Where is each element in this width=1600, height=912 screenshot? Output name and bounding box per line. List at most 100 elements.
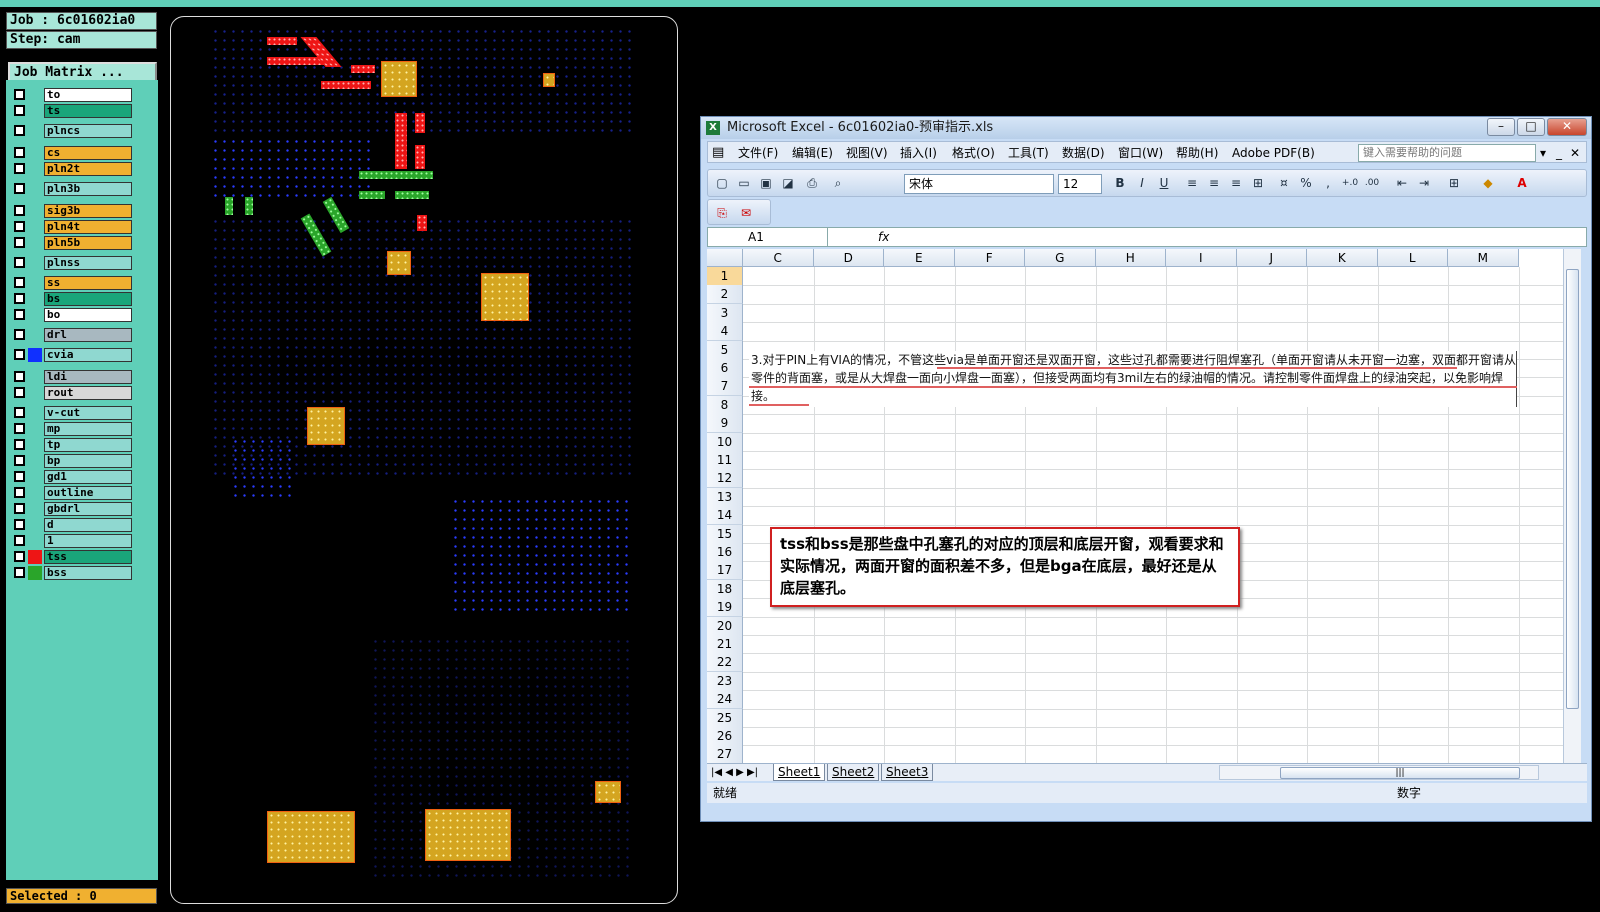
underline-button[interactable]: U	[1154, 174, 1174, 192]
layer-color-swatch[interactable]	[28, 124, 42, 138]
row-header[interactable]: 23	[707, 671, 743, 691]
row-header[interactable]: 9	[707, 414, 743, 434]
column-header[interactable]: F	[954, 249, 1025, 267]
menu-adobe-pdf[interactable]: Adobe PDF(B)	[1232, 142, 1315, 164]
increase-decimal-icon[interactable]: +.0	[1340, 174, 1360, 192]
layer-color-swatch[interactable]	[28, 486, 42, 500]
select-all-corner[interactable]	[707, 249, 743, 267]
layer-name[interactable]: bp	[44, 454, 132, 468]
layer-checkbox[interactable]	[14, 293, 25, 304]
layer-row[interactable]: pln2t	[6, 162, 132, 176]
permission-icon[interactable]: ◪	[778, 174, 798, 192]
layer-color-swatch[interactable]	[28, 370, 42, 384]
layer-checkbox[interactable]	[14, 89, 25, 100]
layer-color-swatch[interactable]	[28, 348, 42, 362]
column-header[interactable]: L	[1377, 249, 1448, 267]
align-right-icon[interactable]: ≡	[1226, 174, 1246, 192]
layer-checkbox[interactable]	[14, 455, 25, 466]
layer-color-swatch[interactable]	[28, 518, 42, 532]
layer-checkbox[interactable]	[14, 535, 25, 546]
layer-checkbox[interactable]	[14, 205, 25, 216]
row-header[interactable]: 24	[707, 690, 743, 710]
layer-row[interactable]: bs	[6, 292, 132, 306]
column-header[interactable]: K	[1307, 249, 1378, 267]
layer-row[interactable]: to	[6, 88, 132, 102]
layer-name[interactable]: v-cut	[44, 406, 132, 420]
layer-color-swatch[interactable]	[28, 566, 42, 580]
layer-checkbox[interactable]	[14, 503, 25, 514]
menu-tools[interactable]: 工具(T)	[1008, 142, 1049, 164]
row-header[interactable]: 5	[707, 340, 743, 360]
menu-format[interactable]: 格式(O)	[952, 142, 995, 164]
column-header[interactable]: E	[884, 249, 955, 267]
layer-row[interactable]: tss	[6, 550, 132, 564]
new-icon[interactable]: ▢	[712, 174, 732, 192]
row-header[interactable]: 12	[707, 469, 743, 489]
layer-color-swatch[interactable]	[28, 406, 42, 420]
spreadsheet-grid[interactable]: C D E F G H I J K L M 1 2 3 4 5 6 7 8 9 10 11 12 13 14 15 16 17 18 19…	[707, 249, 1563, 763]
layer-row[interactable]: d	[6, 518, 132, 532]
layer-color-swatch[interactable]	[28, 292, 42, 306]
menu-file[interactable]: 文件(F)	[738, 142, 778, 164]
help-search-input[interactable]: 键入需要帮助的问题	[1358, 144, 1536, 162]
column-header[interactable]: J	[1236, 249, 1307, 267]
layer-checkbox[interactable]	[14, 387, 25, 398]
layer-row[interactable]: v-cut	[6, 406, 132, 420]
tab-sheet1[interactable]: Sheet1	[773, 764, 826, 781]
tab-sheet3[interactable]: Sheet3	[881, 764, 934, 781]
doc-minimize-icon[interactable]: _	[1556, 142, 1562, 164]
layer-color-swatch[interactable]	[28, 182, 42, 196]
tab-scroll-icons[interactable]: |◀ ◀ ▶ ▶|	[711, 764, 758, 781]
menu-view[interactable]: 视图(V)	[846, 142, 888, 164]
layer-color-swatch[interactable]	[28, 88, 42, 102]
row-header[interactable]: 26	[707, 727, 743, 746]
decrease-indent-icon[interactable]: ⇤	[1392, 174, 1412, 192]
layer-color-swatch[interactable]	[28, 328, 42, 342]
row-header[interactable]: 27	[707, 745, 743, 763]
layer-color-swatch[interactable]	[28, 204, 42, 218]
row-header[interactable]: 20	[707, 616, 743, 636]
layer-color-swatch[interactable]	[28, 162, 42, 176]
layer-name[interactable]: rout	[44, 386, 132, 400]
layer-name[interactable]: bs	[44, 292, 132, 306]
layer-name[interactable]: gbdrl	[44, 502, 132, 516]
column-header[interactable]: H	[1095, 249, 1166, 267]
merge-center-icon[interactable]: ⊞	[1248, 174, 1268, 192]
column-header[interactable]: G	[1025, 249, 1096, 267]
layer-row[interactable]: 1	[6, 534, 132, 548]
comma-icon[interactable]: ,	[1318, 174, 1338, 192]
layer-color-swatch[interactable]	[28, 236, 42, 250]
row-header[interactable]: 18	[707, 579, 743, 599]
layer-checkbox[interactable]	[14, 551, 25, 562]
layer-checkbox[interactable]	[14, 349, 25, 360]
layer-checkbox[interactable]	[14, 125, 25, 136]
pdf-convert-icon[interactable]: ⎘	[712, 204, 732, 222]
print-preview-icon[interactable]: ⌕	[828, 174, 848, 192]
percent-icon[interactable]: %	[1296, 174, 1316, 192]
layer-row[interactable]: cs	[6, 146, 132, 160]
layer-name[interactable]: cs	[44, 146, 132, 160]
layer-row[interactable]: rout	[6, 386, 132, 400]
row-header[interactable]: 21	[707, 635, 743, 654]
layer-row[interactable]: pln3b	[6, 182, 132, 196]
layer-color-swatch[interactable]	[28, 146, 42, 160]
row-header[interactable]: 10	[707, 432, 743, 452]
horizontal-scroll-thumb[interactable]: |||	[1280, 767, 1520, 779]
layer-checkbox[interactable]	[14, 309, 25, 320]
layer-name[interactable]: ss	[44, 276, 132, 290]
row-header[interactable]: 11	[707, 451, 743, 470]
row-header[interactable]: 19	[707, 598, 743, 618]
layer-checkbox[interactable]	[14, 163, 25, 174]
layer-name[interactable]: pln4t	[44, 220, 132, 234]
layer-name[interactable]: tss	[44, 550, 132, 564]
row-header[interactable]: 15	[707, 524, 743, 544]
layer-row[interactable]: pln4t	[6, 220, 132, 234]
italic-button[interactable]: I	[1132, 174, 1152, 192]
increase-indent-icon[interactable]: ⇥	[1414, 174, 1434, 192]
layer-checkbox[interactable]	[14, 407, 25, 418]
row-header[interactable]: 1	[707, 267, 743, 286]
bold-button[interactable]: B	[1110, 174, 1130, 192]
layer-row[interactable]: gbdrl	[6, 502, 132, 516]
row-header[interactable]: 4	[707, 322, 743, 342]
name-box[interactable]: A1	[708, 228, 828, 246]
